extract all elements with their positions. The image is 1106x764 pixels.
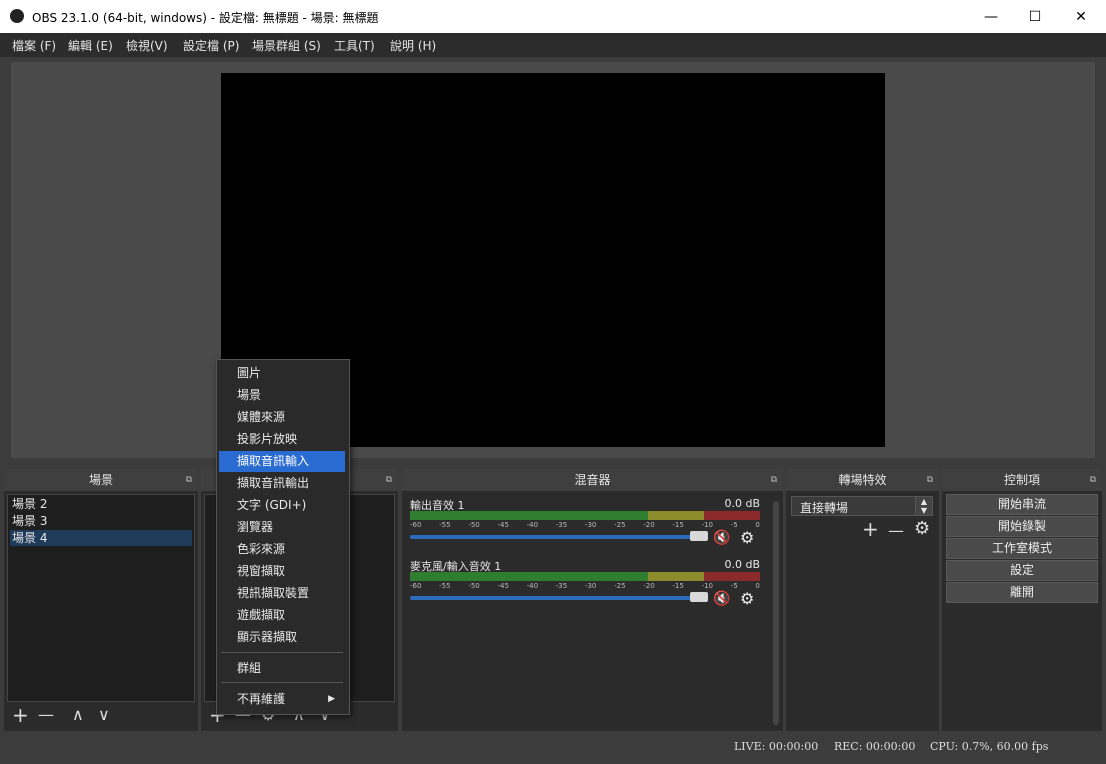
volume-slider[interactable]	[410, 596, 706, 600]
mixer-title: 混音器	[574, 473, 611, 487]
move-scene-up-icon[interactable]: ∧	[72, 705, 84, 725]
add-scene-icon[interactable]: +	[12, 705, 29, 725]
status-bar: LIVE: 00:00:00 REC: 00:00:00 CPU: 0.7%, …	[0, 734, 1106, 764]
scenes-dock: 場景 ⧉ 場景 2 場景 3 場景 4 + — ∧ ∨	[4, 469, 198, 731]
window-title: OBS 23.1.0 (64-bit, windows) - 設定檔: 無標題 …	[32, 11, 379, 25]
minimize-button[interactable]: —	[968, 0, 1014, 33]
controls-title: 控制項	[1003, 473, 1040, 487]
menu-item-audio-input-capture[interactable]: 擷取音訊輸入	[219, 451, 345, 472]
float-icon[interactable]: ⧉	[186, 469, 192, 491]
float-icon[interactable]: ⧉	[1090, 469, 1096, 491]
menu-tools[interactable]: 工具(T)	[334, 37, 375, 54]
volume-slider-handle[interactable]	[690, 592, 708, 602]
menu-item-window-capture[interactable]: 視窗擷取	[219, 561, 345, 582]
maximize-button[interactable]: ☐	[1012, 0, 1058, 33]
menu-item-color-source[interactable]: 色彩來源	[219, 539, 345, 560]
live-status: LIVE: 00:00:00	[734, 740, 819, 753]
float-icon[interactable]: ⧉	[386, 469, 392, 491]
float-icon[interactable]: ⧉	[927, 469, 933, 491]
transition-select[interactable]: 直接轉場 ▲ ▼	[791, 496, 933, 516]
scene-item-selected[interactable]: 場景 4	[10, 530, 192, 546]
transitions-dock: 轉場特效 ⧉ 直接轉場 ▲ ▼ + — ⚙	[786, 469, 939, 731]
move-scene-down-icon[interactable]: ∨	[98, 705, 110, 725]
scenes-list: 場景 2 場景 3 場景 4	[7, 494, 195, 702]
menu-item-text-gdi[interactable]: 文字 (GDI+)	[219, 495, 345, 516]
scenes-header: 場景 ⧉	[4, 469, 198, 491]
meter-ticks: -60 -55 -50 -45 -40 -35 -30 -25 -20 -15 -10 -5 0	[410, 521, 760, 529]
scene-item[interactable]: 場景 2	[10, 496, 192, 512]
menu-item-media-source[interactable]: 媒體來源	[219, 407, 345, 428]
mixer-scrollbar[interactable]	[773, 501, 779, 725]
cpu-status: CPU: 0.7%, 60.00 fps	[930, 740, 1049, 753]
track-db: 0.0 dB	[724, 558, 760, 571]
menu-item-group[interactable]: 群組	[219, 658, 345, 679]
menu-item-game-capture[interactable]: 遊戲擷取	[219, 605, 345, 626]
transitions-header: 轉場特效 ⧉	[786, 469, 939, 491]
menu-item-image[interactable]: 圖片	[219, 363, 345, 384]
volume-slider[interactable]	[410, 535, 706, 539]
menu-item-deprecated[interactable]: 不再維護 ▶	[219, 689, 345, 710]
scene-item[interactable]: 場景 3	[10, 513, 192, 529]
start-streaming-button[interactable]: 開始串流	[946, 494, 1098, 515]
title-bar: OBS 23.1.0 (64-bit, windows) - 設定檔: 無標題 …	[0, 0, 1106, 33]
menu-item-slideshow[interactable]: 投影片放映	[219, 429, 345, 450]
spin-down-icon[interactable]: ▼	[916, 506, 932, 515]
transitions-title: 轉場特效	[838, 473, 887, 487]
gear-icon[interactable]: ⚙	[740, 528, 754, 547]
close-button[interactable]: ✕	[1058, 0, 1104, 33]
start-recording-button[interactable]: 開始錄製	[946, 516, 1098, 537]
menu-bar: 檔案 (F) 編輯 (E) 檢視(V) 設定檔 (P) 場景群組 (S) 工具(…	[0, 33, 1106, 57]
add-transition-icon[interactable]: +	[862, 519, 879, 539]
spin-up-icon[interactable]: ▲	[916, 497, 932, 506]
submenu-arrow-icon: ▶	[328, 694, 335, 704]
studio-mode-button[interactable]: 工作室模式	[946, 538, 1098, 559]
settings-button[interactable]: 設定	[946, 560, 1098, 581]
meter-ticks: -60 -55 -50 -45 -40 -35 -30 -25 -20 -15 -10 -5 0	[410, 582, 760, 590]
menu-help[interactable]: 說明 (H)	[390, 37, 436, 54]
menu-item-scene[interactable]: 場景	[219, 385, 345, 406]
deprecated-label: 不再維護	[237, 692, 286, 706]
mixer-header: 混音器 ⧉	[402, 469, 783, 491]
scenes-title: 場景	[88, 473, 113, 487]
menu-item-browser[interactable]: 瀏覽器	[219, 517, 345, 538]
menu-item-audio-output-capture[interactable]: 擷取音訊輸出	[219, 473, 345, 494]
menu-edit[interactable]: 編輯 (E)	[68, 37, 113, 54]
menu-profile[interactable]: 設定檔 (P)	[183, 37, 239, 54]
mixer-dock: 混音器 ⧉ 輸出音效 1 0.0 dB -60 -55 -50 -45 -40 -35 -3…	[402, 469, 783, 731]
volume-meter	[410, 511, 760, 520]
exit-button[interactable]: 離開	[946, 582, 1098, 603]
remove-scene-icon[interactable]: —	[38, 705, 54, 725]
float-icon[interactable]: ⧉	[771, 469, 777, 491]
transition-gear-icon[interactable]: ⚙	[914, 519, 930, 539]
add-source-context-menu: 圖片 場景 媒體來源 投影片放映 擷取音訊輸入 擷取音訊輸出 文字 (GDI+)…	[216, 359, 350, 715]
controls-dock: 控制項 ⧉ 開始串流 開始錄製 工作室模式 設定 離開	[942, 469, 1102, 731]
mute-icon[interactable]: 🔇	[713, 530, 730, 546]
menu-view[interactable]: 檢視(V)	[126, 37, 168, 54]
menu-scene-collection[interactable]: 場景群組 (S)	[252, 37, 321, 54]
mixer-track-mic: 麥克風/輸入音效 1 0.0 dB -60 -55 -50 -45 -40 -35 -30-…	[410, 558, 766, 616]
obs-logo-icon	[10, 9, 24, 23]
transition-selected: 直接轉場	[800, 501, 849, 515]
rec-status: REC: 00:00:00	[834, 740, 916, 753]
mute-icon[interactable]: 🔇	[713, 591, 730, 607]
menu-separator	[221, 682, 343, 683]
menu-item-video-capture-device[interactable]: 視訊擷取裝置	[219, 583, 345, 604]
menu-item-display-capture[interactable]: 顯示器擷取	[219, 627, 345, 648]
volume-meter	[410, 572, 760, 581]
controls-header: 控制項 ⧉	[942, 469, 1102, 491]
transition-spin-arrows[interactable]: ▲ ▼	[915, 497, 932, 515]
track-db: 0.0 dB	[724, 497, 760, 510]
gear-icon[interactable]: ⚙	[740, 589, 754, 608]
menu-file[interactable]: 檔案 (F)	[12, 37, 56, 54]
mixer-track-output: 輸出音效 1 0.0 dB -60 -55 -50 -45 -40 -35 -30 -25 -2…	[410, 497, 766, 555]
mixer-tracks: 輸出音效 1 0.0 dB -60 -55 -50 -45 -40 -35 -30 -25 -2…	[410, 497, 766, 727]
volume-slider-handle[interactable]	[690, 531, 708, 541]
remove-transition-icon[interactable]: —	[888, 521, 904, 541]
menu-separator	[221, 652, 343, 653]
